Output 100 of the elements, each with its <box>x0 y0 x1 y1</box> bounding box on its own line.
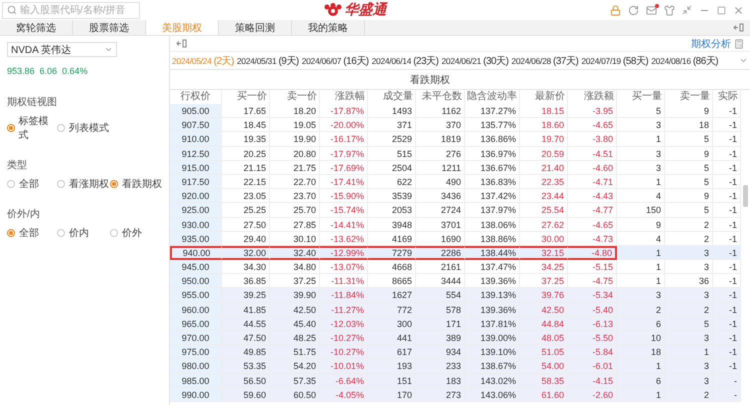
table-cell: 139.10% <box>465 345 520 360</box>
table-cell: -1 <box>713 331 741 346</box>
maximize-icon[interactable] <box>717 6 726 14</box>
table-cell: 18.60 <box>520 118 568 132</box>
mail-icon[interactable] <box>646 4 657 16</box>
table-cell: -4.80 <box>568 246 617 260</box>
table-cell: -5.84 <box>568 345 617 360</box>
shrink-icon[interactable] <box>682 5 692 15</box>
table-cell: 42.50 <box>520 302 568 317</box>
radio-option[interactable]: 价内 <box>57 226 110 240</box>
group-title: 期权链视图 <box>7 96 58 109</box>
table-cell: 136.97% <box>465 146 520 161</box>
dropdown-caret-icon[interactable] <box>739 56 748 65</box>
shirt-icon[interactable] <box>664 4 675 16</box>
table-cell: 2 <box>665 302 713 317</box>
table-cell: 39.25 <box>222 288 270 303</box>
table-cell: 136.83% <box>465 174 520 190</box>
table-cell: -2.60 <box>568 388 617 402</box>
table-cell: 276 <box>416 146 465 161</box>
table-cell: 22.70 <box>270 174 320 190</box>
table-cell: -1 <box>713 174 741 190</box>
lock-icon[interactable] <box>610 4 621 16</box>
table-cell: -6.13 <box>568 316 617 331</box>
table-cell: -1 <box>713 345 741 360</box>
close-icon[interactable] <box>733 4 744 16</box>
collapse-icon[interactable] <box>733 23 744 32</box>
radio-option[interactable]: 标签模式 <box>7 114 57 142</box>
table-cell: 27.85 <box>270 218 320 232</box>
radio-button[interactable] <box>57 229 65 237</box>
expand-icon[interactable] <box>176 39 187 48</box>
expiry-tab[interactable]: 2024/07/19 (58天) <box>581 54 648 68</box>
table-cell: 3 <box>665 288 713 303</box>
table-cell: -17.97% <box>320 146 368 161</box>
table-cell: 19.70 <box>520 132 568 147</box>
table-cell: 3 <box>617 160 665 175</box>
table-cell: 905.00 <box>170 104 222 118</box>
table-cell: -1 <box>713 218 741 232</box>
analysis-link[interactable]: 期权分析 <box>691 36 744 50</box>
table-cell: -10.27% <box>320 345 368 360</box>
table-cell: -3.95 <box>568 104 617 118</box>
radio-button[interactable] <box>110 180 118 188</box>
table-cell: -1 <box>713 118 741 132</box>
radio-button[interactable] <box>7 124 15 132</box>
table-cell: 48.25 <box>270 331 320 346</box>
table-cell: 980.00 <box>170 359 222 374</box>
table-cell: 18.45 <box>222 118 270 132</box>
table-cell: 32.00 <box>222 246 270 260</box>
table-cell: 20.59 <box>520 146 568 161</box>
radio-button[interactable] <box>110 229 118 237</box>
refresh-icon[interactable] <box>628 4 639 16</box>
table-cell: -4.73 <box>568 232 617 246</box>
expiry-tab[interactable]: 2024/06/28 (37天) <box>511 54 578 68</box>
table-cell: -1 <box>713 189 741 204</box>
radio-option[interactable]: 价外 <box>110 226 165 240</box>
expiry-tab[interactable]: 2024/05/31 (9天) <box>236 54 299 68</box>
radio-option[interactable]: 看跌期权 <box>110 177 165 191</box>
table-cell: 970.00 <box>170 331 222 346</box>
table-cell: 915.00 <box>170 160 222 175</box>
expiry-tab[interactable]: 2024/06/07 (16天) <box>302 54 369 68</box>
table-cell: 25.70 <box>270 203 320 218</box>
table-cell: 135.77% <box>465 118 520 132</box>
radio-button[interactable] <box>57 180 65 188</box>
table-cell: 20.80 <box>270 146 320 161</box>
logo-text: 华盛通 <box>344 1 386 19</box>
table-cell: -5.34 <box>568 288 617 303</box>
table-cell: 3 <box>665 246 713 260</box>
radio-button[interactable] <box>57 124 65 132</box>
table-cell: -11.31% <box>320 274 368 288</box>
radio-button[interactable] <box>7 229 15 237</box>
expiry-tab[interactable]: 2024/06/21 (30天) <box>442 54 508 68</box>
radio-button[interactable] <box>7 180 15 188</box>
table-cell: 18.15 <box>520 104 568 118</box>
table-cell: 18.20 <box>270 104 320 118</box>
table-cell: 41.85 <box>222 302 270 317</box>
stock-select[interactable]: NVDA 英伟达 <box>7 42 117 57</box>
scrollbar-thumb[interactable] <box>743 185 748 207</box>
table-cell: 975.00 <box>170 345 222 360</box>
table-cell: - <box>713 388 741 402</box>
radio-option[interactable]: 全部 <box>7 226 57 240</box>
table-cell: -4.77 <box>568 203 617 218</box>
table-cell: 3 <box>665 331 713 346</box>
stock-quote: 953.86 6.06 0.64% <box>7 66 89 76</box>
table-cell: -5.40 <box>568 302 617 317</box>
table-cell: 59.60 <box>222 388 270 402</box>
table-cell: 1 <box>665 345 713 360</box>
table-cell: -1 <box>713 302 741 317</box>
radio-option[interactable]: 全部 <box>7 177 57 191</box>
radio-option[interactable]: 列表模式 <box>57 114 110 142</box>
table-cell: 61.60 <box>520 388 568 402</box>
table-cell: 3701 <box>416 218 465 232</box>
expiry-tab[interactable]: 2024/06/14 (23天) <box>372 54 438 68</box>
radio-option[interactable]: 看涨期权 <box>57 177 110 191</box>
table-cell: 370 <box>416 118 465 132</box>
table-cell: 18 <box>617 345 665 360</box>
table-cell: 1 <box>617 132 665 147</box>
table-cell: 19.35 <box>222 132 270 147</box>
table-cell: 20.25 <box>222 146 270 161</box>
table-cell: 2 <box>617 302 665 317</box>
table-cell: 1211 <box>416 160 465 175</box>
expiry-tab[interactable]: 2024/08/16 (86天) <box>651 54 718 68</box>
